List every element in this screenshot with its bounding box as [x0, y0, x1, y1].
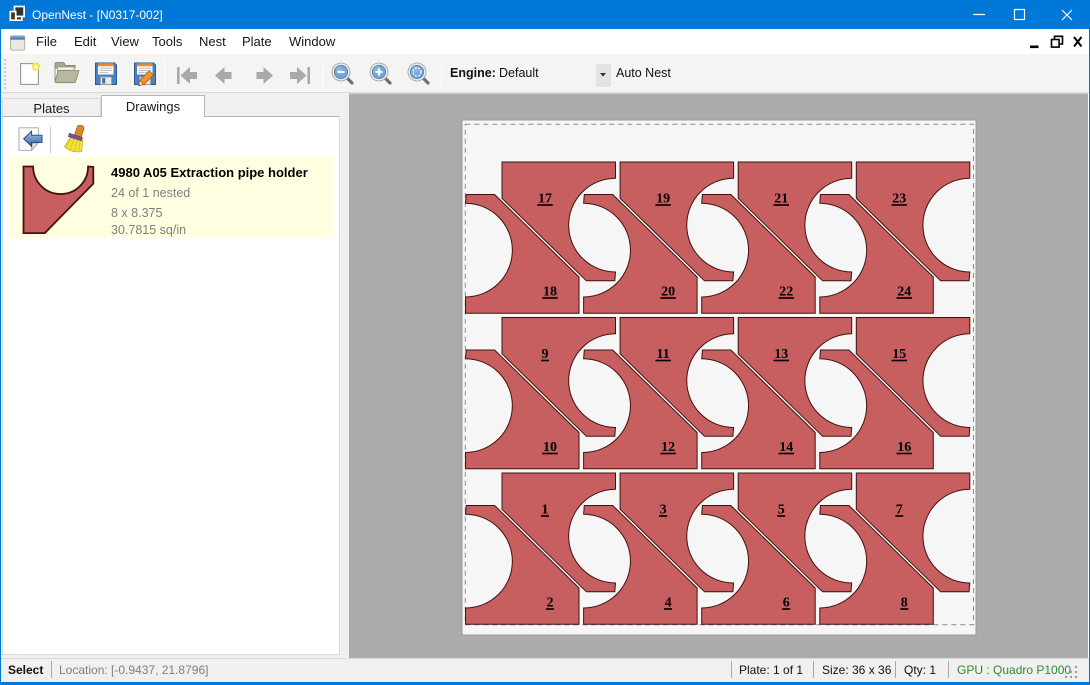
svg-text:19: 19 [656, 191, 670, 206]
svg-text:13: 13 [774, 347, 788, 362]
svg-text:14: 14 [779, 440, 793, 455]
svg-text:5: 5 [778, 502, 785, 517]
svg-text:21: 21 [774, 191, 788, 206]
svg-text:7: 7 [896, 502, 903, 517]
svg-text:20: 20 [661, 284, 675, 299]
svg-text:12: 12 [661, 440, 675, 455]
svg-text:3: 3 [660, 502, 667, 517]
svg-text:23: 23 [892, 191, 906, 206]
svg-text:8: 8 [901, 595, 908, 610]
svg-text:22: 22 [779, 284, 793, 299]
svg-text:9: 9 [542, 347, 549, 362]
svg-text:16: 16 [897, 440, 911, 455]
svg-text:15: 15 [892, 347, 906, 362]
svg-text:11: 11 [656, 347, 669, 362]
svg-text:10: 10 [543, 440, 557, 455]
svg-text:17: 17 [538, 191, 552, 206]
svg-text:1: 1 [542, 502, 549, 517]
svg-text:18: 18 [543, 284, 557, 299]
svg-text:6: 6 [783, 595, 790, 610]
svg-text:24: 24 [897, 284, 911, 299]
svg-text:4: 4 [665, 595, 672, 610]
svg-text:2: 2 [547, 595, 554, 610]
